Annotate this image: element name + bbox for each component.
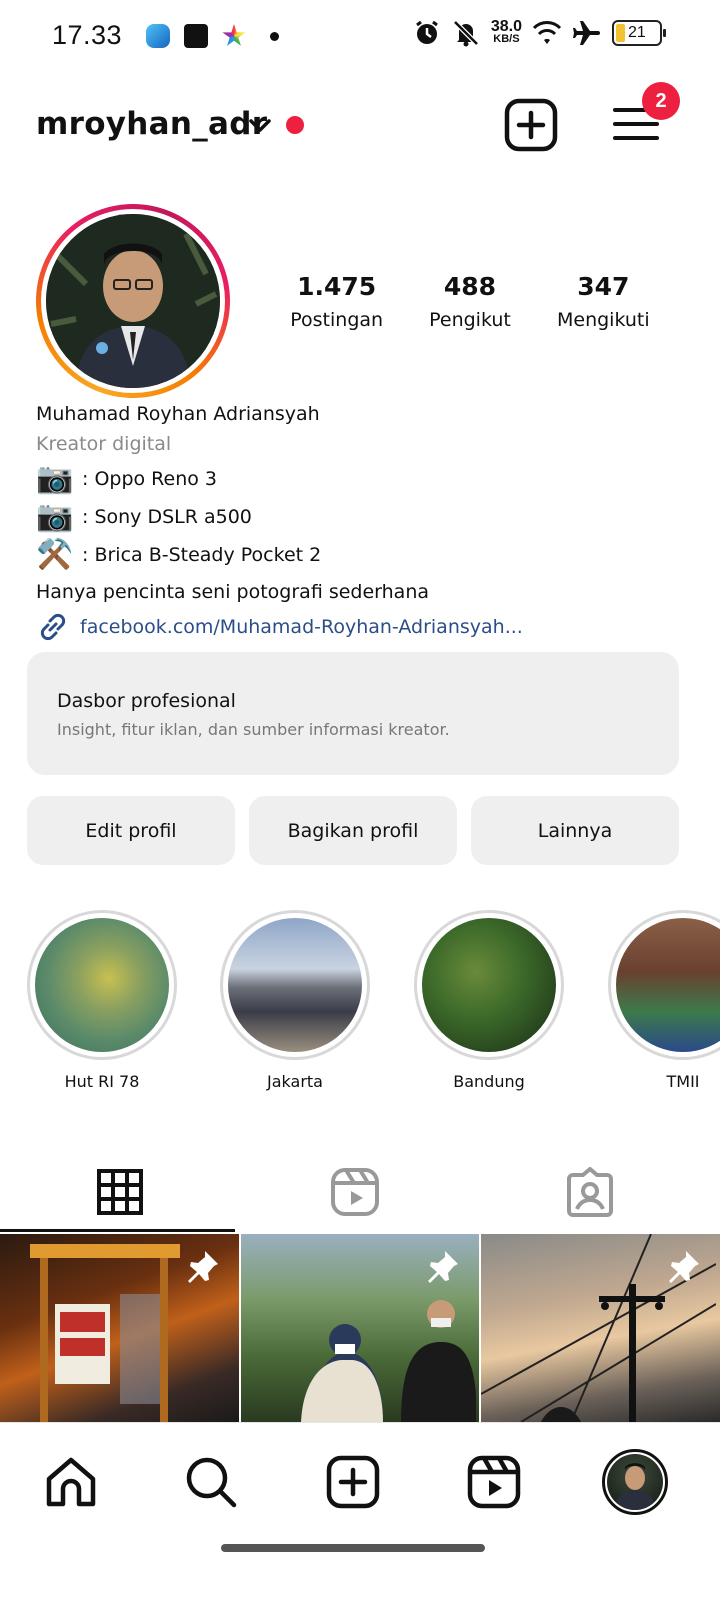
highlight-hut-ri-78[interactable]: Hut RI 78 [27,910,177,1091]
dashboard-title: Dasbor profesional [57,690,236,712]
add-icon [326,1455,380,1509]
mute-icon [453,20,479,47]
bottom-navigation [0,1422,720,1540]
stat-posts[interactable]: 1.475 Postingan [270,272,403,331]
content-tabs [0,1150,720,1234]
alarm-icon [415,20,438,44]
notification-badge: 2 [642,82,680,120]
nav-create[interactable] [318,1447,388,1517]
airplane-icon [573,21,600,45]
post-thumbnail[interactable] [481,1234,720,1422]
active-tab-indicator [0,1229,235,1232]
bio-tagline: Hanya pencinta seni potografi sederhana [36,581,430,603]
tab-tagged[interactable] [470,1150,710,1234]
highlight-bandung[interactable]: Bandung [414,910,564,1091]
bio-line-gimbal: ⚒️: Brica B-Steady Pocket 2 [36,537,322,572]
home-icon [46,1457,96,1507]
professional-dashboard[interactable]: Dasbor profesional Insight, fitur iklan,… [27,652,679,775]
grid-icon [97,1169,143,1215]
account-status-dot [286,116,304,134]
avatar [602,1449,668,1515]
profile-bio: Muhamad Royhan Adriansyah Kreator digita… [36,400,696,642]
home-indicator [221,1544,485,1552]
bio-line-camera-2: 📷: Sony DSLR a500 [36,499,252,534]
hammer-pick-icon: ⚒️ [36,537,74,572]
post-thumbnail[interactable] [0,1234,239,1422]
more-button[interactable]: Lainnya [471,796,679,865]
edit-profile-button[interactable]: Edit profil [27,796,235,865]
avatar-photo [46,214,220,388]
reels-icon [467,1455,521,1509]
reels-icon [331,1168,379,1216]
profile-avatar[interactable] [36,204,230,398]
posts-grid [0,1234,720,1422]
share-profile-button[interactable]: Bagikan profil [249,796,457,865]
post-thumbnail[interactable] [240,1234,480,1422]
dashboard-subtitle: Insight, fitur iklan, dan sumber informa… [57,720,450,739]
star-app-icon [222,24,246,46]
nav-reels[interactable] [459,1447,529,1517]
stat-following[interactable]: 347 Mengikuti [537,272,670,331]
battery-indicator: 21 [612,20,666,46]
story-highlights: Hut RI 78 Jakarta Bandung TMII [0,910,720,1100]
pinned-icon [428,1251,459,1283]
status-right: 38.0 KB/S 21 [413,18,666,48]
profile-header: mroyhan_adr 2 [0,82,720,162]
highlight-jakarta[interactable]: Jakarta [220,910,370,1091]
pinned-icon [669,1251,700,1283]
stat-followers[interactable]: 488 Pengikut [403,272,536,331]
notification-app-icons [146,24,279,48]
bio-link[interactable]: facebook.com/Muhamad-Royhan-Adriansyah..… [36,612,696,642]
wifi-icon [532,21,562,44]
nav-search[interactable] [176,1447,246,1517]
create-post-button[interactable] [504,98,558,152]
highlight-tmii[interactable]: TMII [608,910,720,1091]
chevron-down-icon[interactable] [246,112,274,140]
link-icon [40,613,66,641]
status-bar: 17.33 38.0 KB/S 21 [0,0,720,72]
more-notifications-dot [270,31,279,41]
full-name: Muhamad Royhan Adriansyah [36,403,320,425]
profile-stats: 1.475 Postingan 488 Pengikut 347 Mengikuti [270,272,670,331]
category-label: Kreator digital [36,433,172,455]
profile-actions: Edit profil Bagikan profil Lainnya [27,796,679,865]
nav-home[interactable] [36,1447,106,1517]
camera-icon: 📷 [36,499,74,534]
tab-reels[interactable] [235,1150,475,1234]
username[interactable]: mroyhan_adr [36,106,267,142]
bio-line-camera-1: 📷: Oppo Reno 3 [36,461,218,496]
shopee-icon [184,24,208,48]
status-time: 17.33 [52,20,123,50]
search-icon [186,1457,237,1508]
tagged-icon [567,1167,613,1217]
pinned-icon [187,1251,218,1283]
nav-profile[interactable] [600,1447,670,1517]
tab-posts-grid[interactable] [0,1150,240,1234]
network-speed: 38.0 KB/S [490,18,522,46]
camera-icon: 📷 [36,461,74,496]
telegram-icon [146,24,170,48]
